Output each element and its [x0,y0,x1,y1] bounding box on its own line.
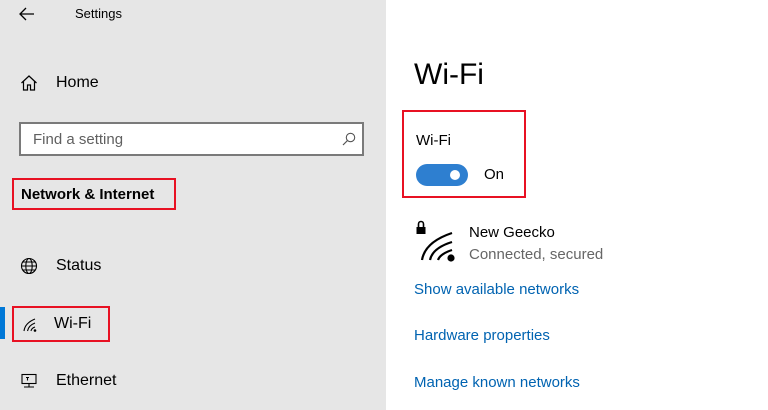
search-box [19,122,364,156]
wifi-secured-icon [416,220,455,262]
sidebar-item-home-label: Home [56,74,99,91]
network-status: Connected, secured [469,246,604,263]
sidebar-item-ethernet-label: Ethernet [56,372,117,389]
search-icon[interactable] [336,125,362,153]
wifi-toggle-state: On [484,166,505,183]
ethernet-icon [21,373,37,388]
show-available-networks-link[interactable]: Show available networks [414,281,579,298]
main-content: Wi-Fi Wi-Fi On New Geecko Connected, sec… [386,0,768,410]
home-icon [21,75,37,91]
toggle-knob [450,170,460,180]
wifi-toggle-label: Wi-Fi [416,132,451,149]
manage-known-networks-link[interactable]: Manage known networks [414,374,580,391]
wifi-toggle-group: Wi-Fi On [402,110,526,198]
sidebar-item-wifi-label: Wi-Fi [54,315,92,332]
wifi-toggle-switch[interactable] [416,164,468,186]
hardware-properties-link[interactable]: Hardware properties [414,327,550,344]
sidebar-item-ethernet[interactable]: Ethernet [20,368,116,394]
arrow-left-icon [19,7,34,21]
wifi-icon [23,318,37,332]
current-network[interactable]: New Geecko Connected, secured [414,218,744,266]
sidebar-item-status[interactable]: Status [20,253,101,279]
sidebar-item-wifi[interactable]: Wi-Fi [12,306,110,342]
network-name: New Geecko [469,224,555,241]
sidebar-item-status-label: Status [56,257,102,274]
title-bar: Settings [0,0,386,30]
sidebar-item-home[interactable]: Home [20,70,99,96]
page-title: Wi-Fi [414,58,484,91]
globe-icon [20,257,38,275]
app-title: Settings [75,6,122,21]
sidebar: Settings Home Network & Internet Status [0,0,386,410]
back-button[interactable] [16,3,38,25]
selection-indicator [0,307,5,339]
search-input[interactable] [21,125,336,153]
section-title-network-internet: Network & Internet [12,178,176,210]
